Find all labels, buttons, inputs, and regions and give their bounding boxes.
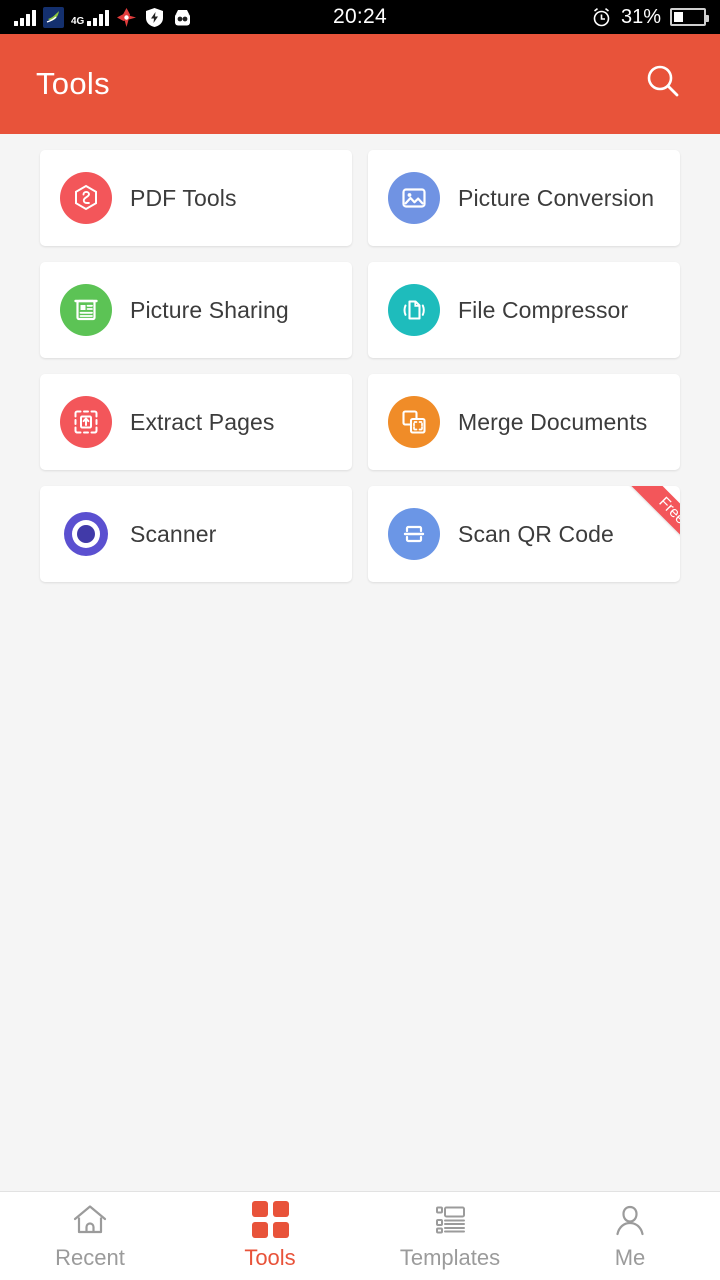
scan-qr-code-icon: [388, 508, 440, 560]
tab-recent[interactable]: Recent: [0, 1202, 180, 1271]
battery-percent-label: 31%: [620, 5, 661, 28]
picture-sharing-icon: [60, 284, 112, 336]
shield-icon: [144, 7, 165, 28]
picture-conversion-icon: [388, 172, 440, 224]
bottom-navigation: Recent Tools Templates Me: [0, 1191, 720, 1280]
battery-icon: [670, 8, 709, 26]
tab-label: Me: [614, 1244, 646, 1270]
signal-bars-icon: [14, 9, 36, 26]
file-compressor-icon: [388, 284, 440, 336]
tool-label: Merge Documents: [458, 408, 648, 435]
tab-label: Tools: [244, 1244, 296, 1270]
alarm-icon: [591, 7, 612, 28]
tab-me[interactable]: Me: [540, 1202, 720, 1271]
tool-card-merge-documents[interactable]: Merge Documents: [368, 374, 680, 470]
tool-card-file-compressor[interactable]: File Compressor: [368, 262, 680, 358]
tool-card-scanner[interactable]: Scanner: [40, 486, 352, 582]
tool-card-pdf-tools[interactable]: PDF Tools: [40, 150, 352, 246]
tool-label: Scan QR Code: [458, 520, 614, 547]
tab-templates[interactable]: Templates: [360, 1202, 540, 1271]
app-bar: Tools: [0, 34, 720, 134]
tool-label: Picture Sharing: [130, 296, 289, 323]
tools-grid: PDF Tools Picture Conversion Picture Sha…: [40, 150, 680, 582]
extract-pages-icon: [60, 396, 112, 448]
tool-card-picture-conversion[interactable]: Picture Conversion: [368, 150, 680, 246]
status-bar-right-icons: 31%: [591, 0, 709, 34]
free-badge-label: Free: [626, 486, 680, 557]
merge-documents-icon: [388, 396, 440, 448]
tool-card-scan-qr-code[interactable]: Scan QR Code Free: [368, 486, 680, 582]
status-bar-left-icons: 4G: [14, 6, 193, 28]
tool-label: Scanner: [130, 520, 217, 547]
templates-icon: [433, 1202, 467, 1238]
grid-icon: [251, 1201, 289, 1238]
tab-tools[interactable]: Tools: [180, 1201, 360, 1271]
search-icon: [642, 61, 684, 108]
tool-label: Extract Pages: [130, 408, 275, 435]
free-badge-ribbon: Free: [606, 486, 680, 560]
tool-label: File Compressor: [458, 296, 629, 323]
signal-4g-icon: 4G: [71, 9, 110, 26]
app-screen: 4G 20:24 31% Tools PDF Tools Picture Con…: [0, 0, 720, 1280]
tool-card-picture-sharing[interactable]: Picture Sharing: [40, 262, 352, 358]
tab-label: Templates: [399, 1244, 501, 1270]
search-button[interactable]: [640, 61, 686, 107]
tool-label: PDF Tools: [130, 184, 237, 211]
status-bar: 4G 20:24 31%: [0, 0, 720, 34]
tab-label: Recent: [55, 1244, 125, 1270]
tools-content: PDF Tools Picture Conversion Picture Sha…: [0, 134, 720, 1191]
location-icon: [116, 7, 137, 28]
pdf-tools-icon: [60, 172, 112, 224]
home-icon: [72, 1202, 108, 1238]
person-icon: [613, 1202, 647, 1238]
page-title: Tools: [36, 66, 110, 101]
tool-card-extract-pages[interactable]: Extract Pages: [40, 374, 352, 470]
app-leaf-icon: [43, 6, 64, 28]
scanner-icon: [60, 508, 112, 560]
robot-icon: [172, 7, 193, 28]
tool-label: Picture Conversion: [458, 184, 655, 211]
